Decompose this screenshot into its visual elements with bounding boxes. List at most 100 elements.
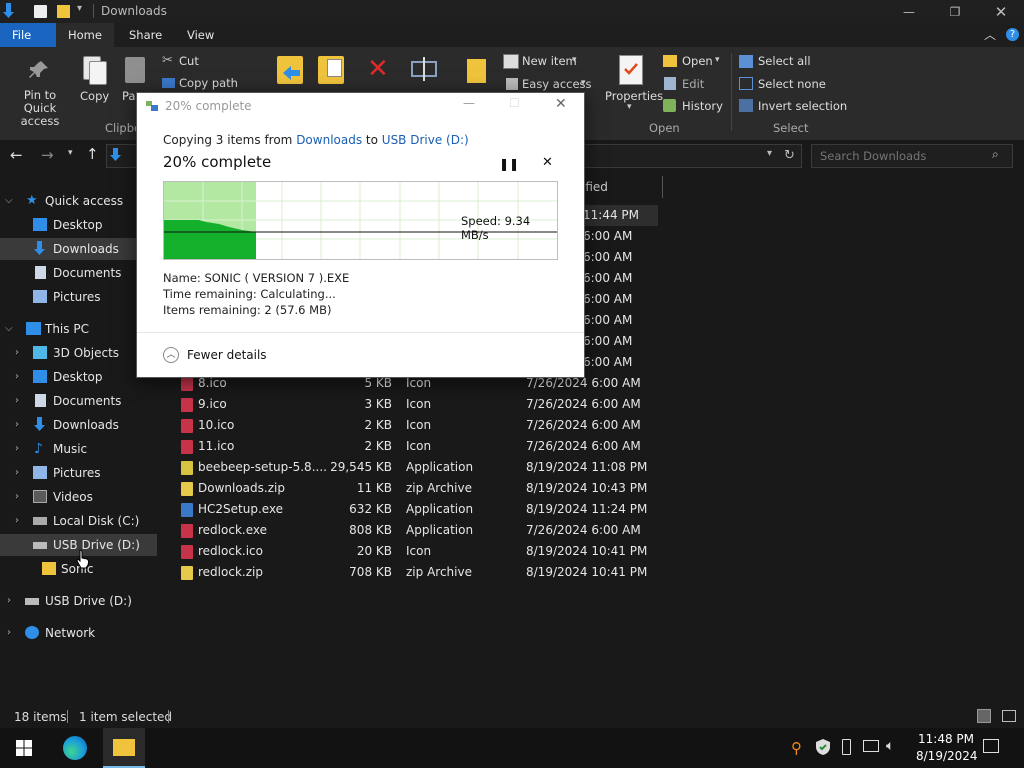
invert-selection-button[interactable]: Invert selection [758,99,847,113]
table-row[interactable]: 11.ico 2 KB Icon 7/26/2024 6:00 AM [173,436,643,457]
history-button[interactable]: History [682,99,723,113]
defender-shield-icon[interactable] [816,739,830,755]
select-none-button[interactable]: Select none [758,77,826,91]
address-dropdown-icon[interactable]: ▾ [767,148,772,159]
sidebar-item-documents[interactable]: Documents [0,262,157,284]
edge-browser-icon[interactable] [63,736,87,760]
copy-button[interactable]: Copy [80,89,109,103]
column-header-date-modified[interactable]: ified [582,180,608,194]
clock-time[interactable]: 11:48 PM [916,732,976,746]
volume-muted-icon[interactable]: 🔈︎ [886,738,894,754]
sidebar-item-local-disk[interactable]: Local Disk (C:) [0,510,157,532]
documents-icon [35,394,46,407]
sidebar-item-pc-pictures[interactable]: Pictures [0,462,157,484]
sidebar-item-this-pc[interactable]: This PC [0,318,157,340]
delete-icon[interactable]: ✕ [367,56,389,82]
table-row[interactable]: Downloads.zip 11 KB zip Archive 8/19/2024 1… [173,478,647,499]
back-button[interactable]: ← [10,146,23,164]
open-dropdown-icon[interactable]: ▾ [715,55,720,65]
easy-access-dropdown-icon[interactable]: ▾ [581,78,586,88]
recent-locations-icon[interactable]: ▾ [68,148,73,158]
sidebar-item-music[interactable]: ♪ Music [0,438,157,460]
table-row[interactable]: redlock.exe 808 KB Application 7/26/2024 6:… [173,520,643,541]
sidebar-item-network[interactable]: Network [0,622,157,644]
rename-icon[interactable] [411,57,437,81]
sidebar-item-downloads[interactable]: Downloads [0,238,157,260]
dialog-minimize-button[interactable]: — [463,96,475,110]
dialog-maximize-button[interactable]: ☐ [509,96,520,110]
network-icon [25,626,39,639]
new-item-dropdown-icon[interactable]: ▾ [572,55,577,65]
sidebar-item-pictures[interactable]: Pictures [0,286,157,308]
minimize-button[interactable]: — [886,0,932,23]
properties-button[interactable]: Properties [605,89,663,103]
start-windows-icon[interactable] [16,740,32,756]
table-row[interactable]: redlock.ico 20 KB Icon 8/19/2024 10:41 PM [173,541,647,562]
invert-selection-icon [739,99,753,112]
sidebar-item-pc-documents[interactable]: Documents [0,390,157,412]
move-to-icon[interactable] [277,56,303,84]
customize-toolbar-chevron-icon[interactable]: ▾ [77,3,82,14]
collapse-ribbon-icon[interactable]: ︿ [984,26,996,43]
file-icon [181,461,193,475]
tab-share[interactable]: Share [117,23,174,47]
large-icons-view-button[interactable] [1002,710,1016,722]
folder-quick-icon[interactable] [57,5,70,18]
file-explorer-taskbar-button[interactable] [103,728,145,768]
sidebar-item-3d-objects[interactable]: 3D Objects [0,342,157,364]
pin-to-quick-access-button[interactable]: Pin to Quick access [7,89,73,128]
copy-path-button[interactable]: Copy path [179,76,238,90]
sidebar-item-usb-drive-2[interactable]: USB Drive (D:) [0,590,157,612]
copy-to-icon[interactable] [318,56,344,84]
file-name: 9.ico [198,397,227,411]
table-row[interactable]: 9.ico 3 KB Icon 7/26/2024 6:00 AM [173,394,643,415]
refresh-button[interactable]: ↻ [784,148,795,163]
sidebar-item-quick-access[interactable]: ★ Quick access [0,190,157,212]
sidebar-item-pc-desktop[interactable]: Desktop [0,366,157,388]
cut-button[interactable]: Cut [179,54,199,68]
table-row[interactable]: redlock.zip 708 KB zip Archive 8/19/2024 10… [173,562,647,583]
properties-quick-icon[interactable] [34,5,47,18]
select-all-button[interactable]: Select all [758,54,811,68]
up-button[interactable]: ↑ [86,145,99,163]
tab-home[interactable]: Home [56,23,114,47]
sidebar-item-desktop[interactable]: Desktop [0,214,157,236]
maximize-button[interactable]: ❐ [932,0,978,23]
table-row[interactable]: 10.ico 2 KB Icon 7/26/2024 6:00 AM [173,415,643,436]
properties-dropdown-icon[interactable]: ▾ [627,102,632,112]
fewer-details-button[interactable]: Fewer details [187,348,267,362]
usb-eject-icon[interactable] [842,739,851,755]
cancel-copy-button[interactable]: ✕ [542,155,553,170]
pause-button[interactable]: ❚❚ [499,157,519,171]
paste-button[interactable]: Pa [122,89,135,103]
table-row[interactable]: beebeep-setup-5.8.... 29,545 KB Applicatio… [173,457,647,478]
file-icon [181,545,193,559]
close-button[interactable]: ✕ [978,0,1024,23]
details-view-button[interactable] [977,709,991,723]
network-tray-icon[interactable] [863,740,879,752]
search-icon[interactable]: ⌕ [992,147,999,162]
tab-file[interactable]: File [0,23,56,47]
new-folder-icon[interactable] [467,59,486,83]
file-icon [181,524,193,538]
open-button[interactable]: Open [682,54,713,68]
source-link[interactable]: Downloads [296,133,362,147]
table-row[interactable]: HC2Setup.exe 632 KB Application 8/19/2024 1… [173,499,647,520]
search-tray-icon[interactable]: ⚲ [791,739,802,757]
notifications-icon[interactable] [983,739,999,753]
search-box[interactable]: ⌕ [811,144,1013,168]
search-input[interactable] [818,147,982,165]
sidebar-item-videos[interactable]: Videos [0,486,157,508]
edit-button[interactable]: Edit [682,77,704,91]
sidebar-item-label: Network [45,626,96,640]
new-item-button[interactable]: New item [522,54,577,68]
dialog-close-button[interactable]: ✕ [555,96,567,112]
help-icon[interactable]: ? [1006,28,1019,41]
clock-date[interactable]: 8/19/2024 [916,749,978,763]
sidebar-item-pc-downloads[interactable]: Downloads [0,414,157,436]
forward-button[interactable]: → [41,146,54,164]
fewer-details-chevron-icon[interactable]: ︿ [163,347,179,363]
tab-view[interactable]: View [175,23,226,47]
destination-link[interactable]: USB Drive (D:) [382,133,469,147]
date-cell: 6:00 AM [583,334,633,348]
